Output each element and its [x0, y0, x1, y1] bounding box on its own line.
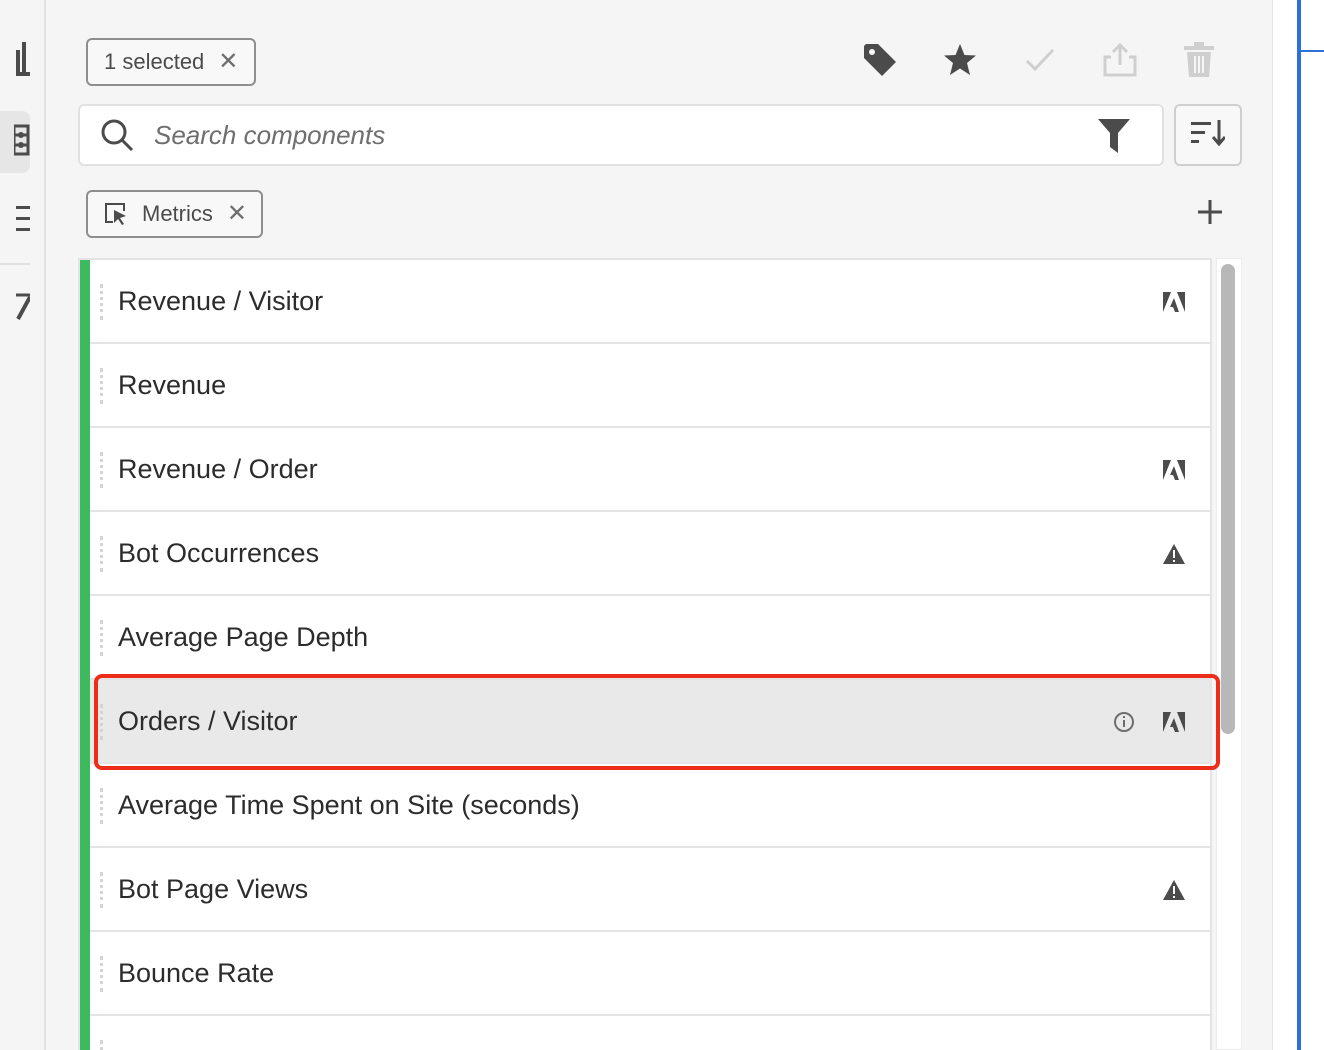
warning-icon [1160, 540, 1188, 568]
share-button[interactable] [1100, 40, 1140, 84]
metric-row[interactable]: Bot Page Views [80, 846, 1210, 932]
metrics-filter-chip[interactable]: Metrics ✕ [86, 190, 263, 238]
search-icon [100, 118, 134, 152]
drag-handle[interactable] [100, 284, 103, 320]
metric-label: Bot Page Views [118, 873, 309, 904]
metric-type-indicator [80, 260, 90, 344]
drag-handle[interactable] [100, 704, 103, 740]
metric-label: Revenue / Order [118, 453, 318, 484]
rail-item-panels[interactable] [0, 190, 30, 252]
adobe-icon [1160, 288, 1188, 316]
metric-row[interactable]: Revenue / Order [80, 426, 1210, 512]
delete-button[interactable] [1179, 40, 1219, 84]
adobe-icon [1160, 708, 1188, 736]
adobe-icon [1160, 456, 1188, 484]
tag-icon [862, 42, 898, 83]
metrics-list: Revenue / Visitor Revenue Revenue / Order B… [78, 258, 1212, 1050]
metric-type-indicator [80, 342, 90, 428]
search-box [78, 104, 1164, 166]
scrollbar-thumb[interactable] [1221, 264, 1235, 734]
drag-handle[interactable] [100, 368, 103, 404]
favorite-button[interactable] [940, 40, 980, 84]
metrics-select-icon [104, 202, 128, 226]
metric-row[interactable]: Average Time Spent on Site (seconds) [80, 762, 1210, 848]
drag-handle[interactable] [100, 536, 103, 572]
edit-icon [16, 289, 32, 326]
bar-chart-icon [16, 41, 30, 81]
components-panel: 1 selected ✕ Search components Metrics ✕… [48, 0, 1272, 1050]
rail-item-edit[interactable] [0, 276, 32, 338]
metric-label: Revenue / Visitor [118, 285, 324, 316]
metric-type-indicator [80, 1014, 90, 1050]
metric-label: Average Page Depth [118, 621, 369, 652]
drag-handle[interactable] [100, 788, 103, 824]
star-icon [942, 42, 978, 83]
tag-button[interactable] [860, 40, 900, 84]
clear-selection-icon[interactable]: ✕ [218, 50, 238, 74]
drag-handle[interactable] [100, 956, 103, 992]
selection-chip[interactable]: 1 selected ✕ [86, 38, 257, 86]
metric-row[interactable]: Average Page Depth [80, 594, 1210, 680]
metric-row[interactable] [80, 1014, 1210, 1050]
share-icon [1103, 42, 1137, 82]
delete-icon [1184, 41, 1214, 83]
approve-button[interactable] [1020, 40, 1060, 84]
metric-label: Bot Occurrences [118, 537, 320, 568]
drag-handle[interactable] [100, 872, 103, 908]
selection-count-label: 1 selected [104, 49, 205, 74]
approve-icon [1025, 47, 1055, 78]
filter-icon[interactable] [1098, 119, 1130, 153]
metric-row[interactable]: Orders / Visitor [80, 678, 1210, 764]
warning-icon [1160, 876, 1188, 904]
metric-type-indicator [80, 846, 90, 932]
info-icon[interactable] [1112, 710, 1136, 734]
metric-type-indicator [80, 510, 90, 596]
metric-type-indicator [80, 678, 90, 764]
metric-label: Orders / Visitor [118, 705, 298, 736]
left-rail [0, 0, 46, 1050]
metric-label: Revenue [118, 369, 227, 400]
metric-row[interactable]: Revenue / Visitor [80, 260, 1210, 344]
rail-item-components[interactable] [0, 111, 30, 173]
canvas-edge-tick [1301, 50, 1324, 52]
sort-button[interactable] [1174, 104, 1242, 166]
rail-divider [0, 263, 30, 265]
metric-type-indicator [80, 426, 90, 512]
canvas-edge [1297, 0, 1301, 1050]
search-input[interactable] [154, 119, 1054, 151]
list-icon [16, 204, 30, 239]
add-button[interactable] [1193, 196, 1227, 232]
drag-handle[interactable] [100, 1040, 103, 1050]
metric-type-indicator [80, 594, 90, 680]
metric-label: Average Time Spent on Site (seconds) [118, 789, 580, 820]
metrics-filter-label: Metrics [142, 201, 213, 226]
rail-item-visualizations[interactable] [0, 30, 30, 92]
components-icon [12, 124, 30, 161]
metric-type-indicator [80, 762, 90, 848]
metric-type-indicator [80, 930, 90, 1016]
remove-filter-icon[interactable]: ✕ [227, 202, 247, 226]
metric-row[interactable]: Bot Occurrences [80, 510, 1210, 596]
drag-handle[interactable] [100, 620, 103, 656]
metric-label: Bounce Rate [118, 957, 275, 988]
metric-row[interactable]: Bounce Rate [80, 930, 1210, 1016]
metric-row[interactable]: Revenue [80, 342, 1210, 428]
drag-handle[interactable] [100, 452, 103, 488]
plus-icon [1196, 198, 1224, 231]
sort-icon [1191, 119, 1227, 151]
